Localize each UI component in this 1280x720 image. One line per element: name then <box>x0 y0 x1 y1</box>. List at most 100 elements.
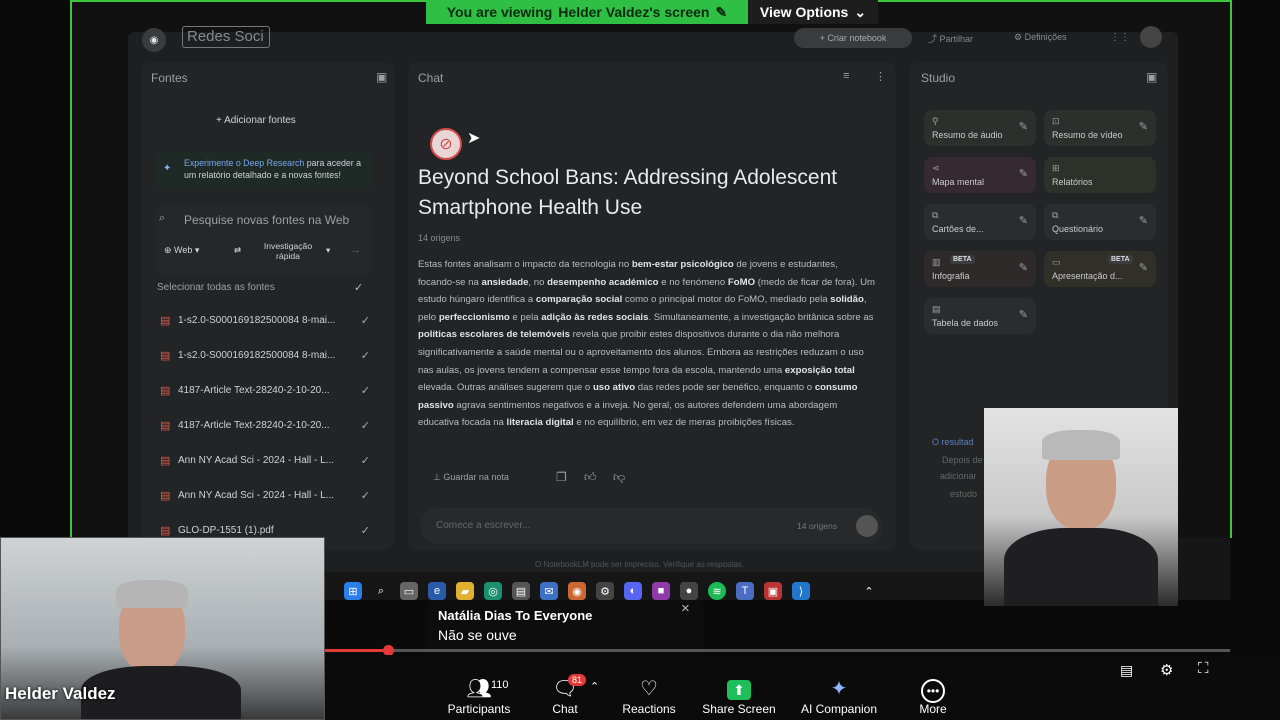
notebook-summary: Estas fontes analisam o impacto da tecno… <box>418 256 876 432</box>
chat-button[interactable]: 🗨︎ 81 Chat <box>544 674 587 716</box>
windows-start-icon[interactable]: ⊞ <box>344 582 362 600</box>
studio-card-label: Questionário <box>1052 224 1104 234</box>
participants-button[interactable]: 👥︎ 110 Participants <box>445 676 513 716</box>
source-checkbox[interactable]: ✓ <box>361 419 370 432</box>
mail-icon[interactable]: ✉ <box>540 582 558 600</box>
source-checkbox[interactable]: ✓ <box>361 314 370 327</box>
reactions-button[interactable]: ♡ Reactions <box>618 676 680 716</box>
pencil-icon[interactable]: ✎ <box>1019 167 1028 180</box>
create-notebook-button[interactable]: + Criar notebook <box>794 28 912 48</box>
viewing-text: You are viewing <box>446 4 553 20</box>
pencil-icon[interactable]: ✎ <box>1019 214 1028 227</box>
source-checkbox[interactable]: ✓ <box>361 349 370 362</box>
pdf-app-icon[interactable]: ▣ <box>764 582 782 600</box>
studio-card[interactable]: ▭ Apresentação d... ✎ BETA <box>1044 251 1156 287</box>
pencil-icon[interactable]: ✎ <box>1019 120 1028 133</box>
share-notebook-button[interactable]: ⤴ Partilhar <box>928 32 973 45</box>
folder-icon[interactable]: ▰ <box>456 582 474 600</box>
pencil-icon[interactable]: ✎ <box>1139 120 1148 133</box>
chat-sender: Natália Dias To Everyone <box>438 608 593 623</box>
source-item[interactable]: ▤ Ann NY Acad Sci - 2024 - Hall - L... ✓ <box>160 485 370 505</box>
app-icon[interactable]: ■ <box>652 582 670 600</box>
source-item[interactable]: ▤ Ann NY Acad Sci - 2024 - Hall - L... ✓ <box>160 450 370 470</box>
more-vert-icon[interactable]: ⋮ <box>875 70 886 83</box>
pdf-file-icon: ▤ <box>160 419 171 432</box>
pencil-icon[interactable]: ✎ <box>1139 261 1148 274</box>
close-icon[interactable]: × <box>681 600 690 617</box>
studio-card-icon: ⊞ <box>1052 163 1060 173</box>
ai-companion-label: AI Companion <box>800 702 878 716</box>
source-checkbox[interactable]: ✓ <box>361 489 370 502</box>
view-options-button[interactable]: View Options ⌄ <box>748 0 878 24</box>
captions-icon[interactable]: ▤ <box>1120 662 1133 679</box>
share-screen-button[interactable]: ⬆ Share Screen <box>700 676 778 716</box>
source-checkbox[interactable]: ✓ <box>361 384 370 397</box>
source-checkbox[interactable]: ✓ <box>361 454 370 467</box>
summary-keyword: políticas escolares de telemóveis <box>418 329 570 341</box>
avatar[interactable] <box>1140 26 1162 48</box>
chat-input-box[interactable]: Comece a escrever... 14 origens <box>420 508 882 544</box>
gear-icon: ⚙ <box>1014 32 1025 42</box>
playback-progress-track[interactable] <box>325 649 1230 652</box>
studio-card[interactable]: ⊞ Relatórios <box>1044 157 1156 193</box>
thumbs-up-icon[interactable]: 👍︎ <box>584 470 597 485</box>
ai-companion-button[interactable]: ✦ AI Companion <box>797 676 881 716</box>
studio-card[interactable]: ⚲ Resumo de áudio ✎ <box>924 110 1036 146</box>
more-button[interactable]: ••• More <box>910 676 956 716</box>
discord-icon[interactable]: ◐ <box>624 582 642 600</box>
search-icon[interactable]: ⌕ <box>372 582 390 600</box>
collapse-panel-icon[interactable]: ▣ <box>376 70 387 84</box>
pencil-icon[interactable]: ✎ <box>1139 214 1148 227</box>
apps-grid-icon[interactable]: ⋮⋮ <box>1110 32 1130 43</box>
web-search-input[interactable]: Pesquise novas fontes na Web <box>184 213 349 227</box>
chat-chevron-up-icon[interactable]: ⌃ <box>590 680 599 693</box>
pencil-icon[interactable]: ✎ <box>1019 261 1028 274</box>
studio-card[interactable]: ▤ Tabela de dados ✎ <box>924 298 1036 334</box>
save-note-button[interactable]: ⊥ Guardar na nota <box>433 472 509 483</box>
source-item[interactable]: ▤ 1-s2.0-S000169182500084 8-mai... ✓ <box>160 310 370 330</box>
summary-keyword: bem-estar psicológico <box>631 259 734 270</box>
collapse-studio-icon[interactable]: ▣ <box>1146 70 1157 84</box>
web-chip[interactable]: ⊕ Web ▾ <box>164 245 199 256</box>
chevron-up-icon[interactable]: ⌃ <box>860 582 878 600</box>
teams-icon[interactable]: T <box>736 582 754 600</box>
source-item[interactable]: ▤ 4187-Article Text-28240-2-10-20... ✓ <box>160 380 370 400</box>
studio-card-icon: ▭ <box>1052 257 1061 267</box>
chat-notification[interactable]: Natália Dias To Everyone Não se ouve × <box>428 600 703 653</box>
fullscreen-icon[interactable]: ⛶ <box>1198 660 1209 677</box>
source-checkbox[interactable]: ✓ <box>361 524 370 537</box>
studio-card[interactable]: ⧉ Questionário ✎ <box>1044 204 1156 240</box>
beta-badge: BETA <box>950 255 975 264</box>
notebook-title-input[interactable]: Redes Soci <box>182 26 270 48</box>
studio-card[interactable]: ⊡ Resumo de vídeo ✎ <box>1044 110 1156 146</box>
vscode-icon[interactable]: ⟩ <box>792 582 810 600</box>
record-icon[interactable]: ● <box>680 582 698 600</box>
settings-app-icon[interactable]: ⚙ <box>596 582 614 600</box>
source-item[interactable]: ▤ 4187-Article Text-28240-2-10-20... ✓ <box>160 415 370 435</box>
tune-icon[interactable]: ≡ <box>843 70 849 82</box>
edge-icon[interactable]: e <box>428 582 446 600</box>
add-sources-button[interactable]: + Adicionar fontes <box>216 115 296 126</box>
studio-card[interactable]: ⧉ Cartões de... ✎ <box>924 204 1036 240</box>
settings-button[interactable]: ⚙ Definições <box>1014 32 1067 43</box>
task-view-icon[interactable]: ▭ <box>400 582 418 600</box>
pencil-icon[interactable]: ✎ <box>1019 308 1028 321</box>
studio-card[interactable]: ⋖ Mapa mental ✎ <box>924 157 1036 193</box>
deep-research-link[interactable]: Experimente o Deep Research <box>184 158 304 168</box>
heart-icon: ♡ <box>640 678 658 700</box>
spotify-icon[interactable]: ≋ <box>708 582 726 600</box>
studio-card[interactable]: ▥ Infografia ✎ BETA <box>924 251 1036 287</box>
send-button[interactable] <box>856 515 878 537</box>
copy-icon[interactable]: ❐ <box>556 470 567 484</box>
select-all-checkbox[interactable]: ✓ <box>354 281 363 294</box>
browser-icon[interactable]: ◎ <box>484 582 502 600</box>
settings-label: Definições <box>1024 32 1067 42</box>
source-item[interactable]: ▤ 1-s2.0-S000169182500084 8-mai... ✓ <box>160 345 370 365</box>
thumbs-down-icon[interactable]: 👎︎ <box>613 470 625 485</box>
submit-arrow-icon[interactable]: → <box>350 244 361 256</box>
chrome-icon[interactable]: ◉ <box>568 582 586 600</box>
store-icon[interactable]: ▤ <box>512 582 530 600</box>
gear-icon[interactable]: ⚙ <box>1160 661 1173 679</box>
speaker-body <box>1004 528 1158 606</box>
summary-text: . Simultaneamente, a investigação britân… <box>648 311 874 323</box>
